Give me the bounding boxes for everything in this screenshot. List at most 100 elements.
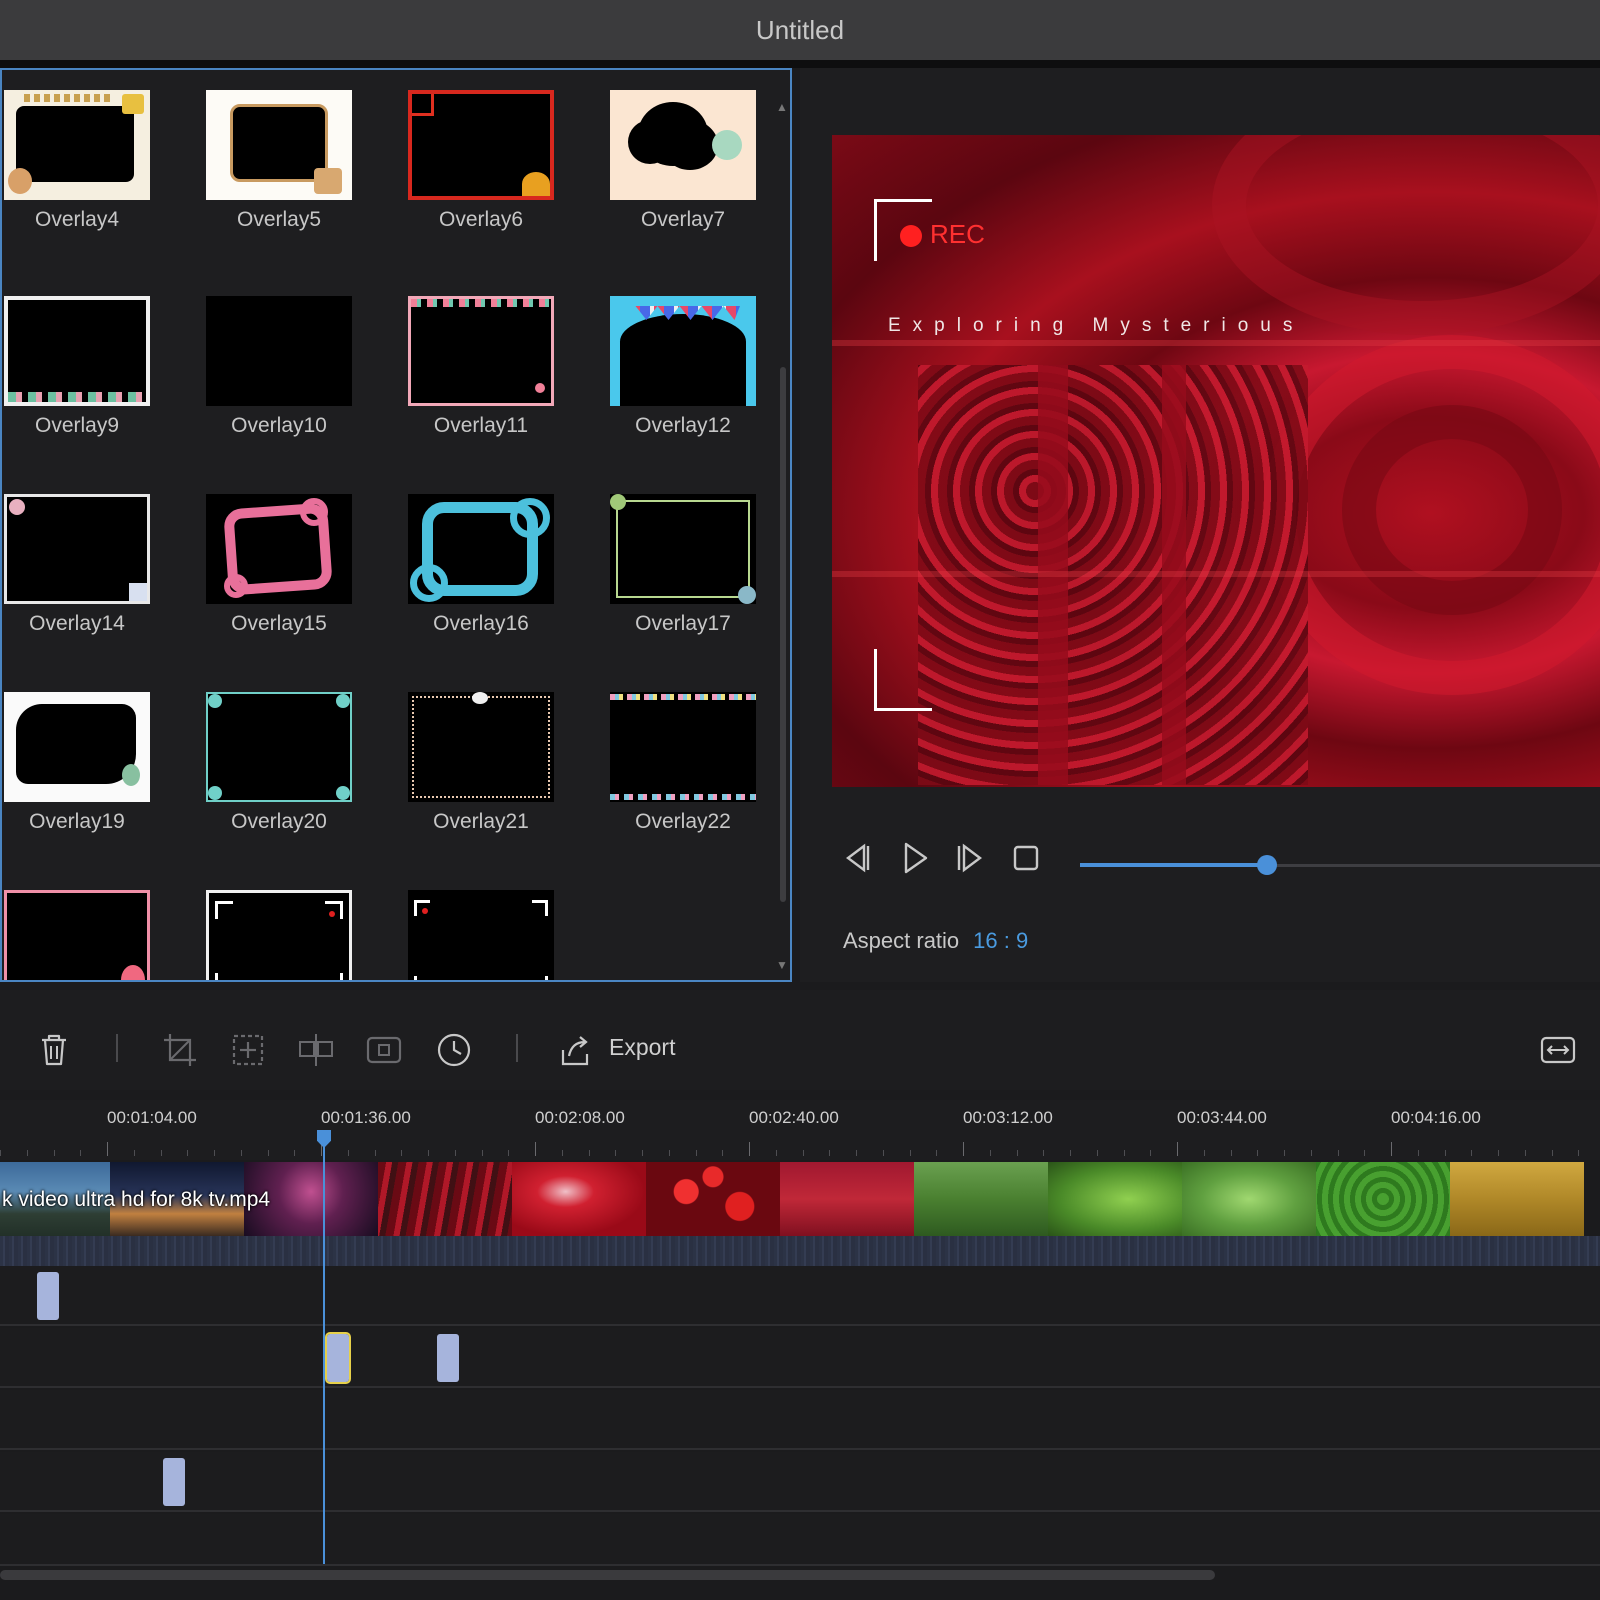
next-frame-icon[interactable] (950, 838, 990, 878)
ruler-minor-tick (455, 1150, 456, 1156)
timeline-track-3[interactable] (0, 1390, 1600, 1450)
ruler-minor-tick (241, 1150, 242, 1156)
fit-timeline-icon[interactable] (1538, 1030, 1578, 1070)
split-icon[interactable] (228, 1030, 268, 1070)
ruler-major-tick (963, 1142, 964, 1156)
track-clip-marker[interactable] (37, 1272, 59, 1320)
overlay-label: Overlay9 (34, 414, 120, 437)
previous-frame-icon[interactable] (838, 838, 878, 878)
overlay-library-panel: Overlay4 Overlay5 Overlay6 Overlay7 Over… (0, 68, 792, 982)
ruler-major-tick (749, 1142, 750, 1156)
ruler-tick-label: 00:04:16.00 (1391, 1108, 1481, 1127)
ruler-minor-tick (1338, 1150, 1339, 1156)
ruler-minor-tick (562, 1150, 563, 1156)
overlay-label: Overlay5 (236, 208, 322, 231)
video-subtitle-text: Exploring Mysterious (888, 315, 1305, 336)
export-icon[interactable] (555, 1030, 595, 1070)
aspect-ratio-value[interactable]: 16 : 9 (973, 928, 1028, 953)
ruler-minor-tick (1471, 1150, 1472, 1156)
ruler-major-tick (1391, 1142, 1392, 1156)
library-scrollbar-thumb[interactable] (780, 367, 786, 902)
ruler-minor-tick (1124, 1150, 1125, 1156)
ruler-minor-tick (161, 1150, 162, 1156)
playback-slider-fill (1080, 863, 1268, 867)
playhead-line[interactable] (323, 1132, 325, 1564)
ruler-major-tick (535, 1142, 536, 1156)
rec-indicator-icon (900, 225, 922, 247)
ruler-minor-tick (0, 1150, 1, 1156)
ruler-tick-label: 00:03:12.00 (963, 1108, 1053, 1127)
track-clip-marker[interactable] (437, 1334, 459, 1382)
overlay-label: Overlay14 (29, 612, 125, 635)
ruler-minor-tick (642, 1150, 643, 1156)
timeline-track-5[interactable] (0, 1514, 1600, 1566)
stop-icon[interactable] (1006, 838, 1046, 878)
overlay-label: Overlay7 (640, 208, 726, 231)
overlay-thumbnail (610, 494, 756, 604)
ruler-minor-tick (1284, 1150, 1285, 1156)
overlay-label: Overlay10 (231, 414, 327, 437)
play-icon[interactable] (894, 838, 934, 878)
ruler-minor-tick (883, 1150, 884, 1156)
ruler-minor-tick (1364, 1150, 1365, 1156)
overlay-label: Overlay15 (231, 612, 327, 635)
timeline-track-2[interactable] (0, 1328, 1600, 1388)
ruler-minor-tick (803, 1150, 804, 1156)
timeline-track-1[interactable] (0, 1266, 1600, 1326)
ruler-tick-label: 00:01:36.00 (321, 1108, 411, 1127)
title-bar: Untitled (0, 0, 1600, 60)
ruler-minor-tick (428, 1150, 429, 1156)
export-button[interactable]: Export (609, 1034, 675, 1061)
mosaic-icon[interactable] (296, 1030, 336, 1070)
toolbar-separator (516, 1034, 518, 1062)
overlay-thumbnail (206, 890, 352, 980)
ruler-tick-label: 00:03:44.00 (1177, 1108, 1267, 1127)
overlay-thumbnail (408, 890, 554, 980)
aspect-ratio-control: Aspect ratio 16 : 9 (843, 928, 1028, 954)
overlay-label: Overlay11 (433, 414, 529, 437)
scroll-down-icon[interactable]: ▼ (776, 958, 788, 972)
scroll-up-icon[interactable]: ▲ (776, 100, 788, 114)
video-preview[interactable]: REC Exploring Mysterious (832, 135, 1600, 787)
audio-waveform (0, 1236, 1600, 1266)
ruler-minor-tick (1311, 1150, 1312, 1156)
track-clip-marker-selected[interactable] (325, 1332, 351, 1384)
ruler-minor-tick (1070, 1150, 1071, 1156)
video-editor-window: Untitled Overlay4 Overlay5 Overlay6 Over… (0, 0, 1600, 1600)
ruler-major-tick (1177, 1142, 1178, 1156)
overlay-thumbnail (4, 296, 150, 406)
overlay-thumbnail (4, 692, 150, 802)
ruler-minor-tick (1017, 1150, 1018, 1156)
overlay-label: Overlay6 (438, 208, 524, 231)
freeze-frame-icon[interactable] (364, 1030, 404, 1070)
track-clip-marker[interactable] (163, 1458, 185, 1506)
overlay-thumbnail (610, 692, 756, 802)
overlay-thumbnail (408, 692, 554, 802)
ruler-minor-tick (829, 1150, 830, 1156)
overlay-thumbnail (4, 90, 150, 200)
ruler-minor-tick (1204, 1150, 1205, 1156)
ruler-minor-tick (54, 1150, 55, 1156)
ruler-minor-tick (482, 1150, 483, 1156)
overlay-thumbnail (408, 296, 554, 406)
ruler-minor-tick (1231, 1150, 1232, 1156)
ruler-minor-tick (776, 1150, 777, 1156)
frame-corner-bottom-left (874, 649, 932, 711)
timeline-track-4[interactable] (0, 1452, 1600, 1512)
crop-icon[interactable] (160, 1030, 200, 1070)
ruler-minor-tick (27, 1150, 28, 1156)
ruler-minor-tick (722, 1150, 723, 1156)
ruler-tick-label: 00:02:08.00 (535, 1108, 625, 1127)
playback-controls (832, 838, 1600, 888)
ruler-tick-label: 00:02:40.00 (749, 1108, 839, 1127)
delete-icon[interactable] (34, 1030, 74, 1070)
duration-clock-icon[interactable] (434, 1030, 474, 1070)
overlay-thumbnail (4, 494, 150, 604)
window-title: Untitled (755, 14, 845, 45)
overlay-label: Overlay16 (433, 612, 529, 635)
timeline-scrollbar-thumb[interactable] (0, 1570, 1215, 1580)
playback-slider-knob[interactable] (1257, 855, 1278, 875)
ruler-minor-tick (294, 1150, 295, 1156)
ruler-minor-tick (696, 1150, 697, 1156)
ruler-minor-tick (375, 1150, 376, 1156)
